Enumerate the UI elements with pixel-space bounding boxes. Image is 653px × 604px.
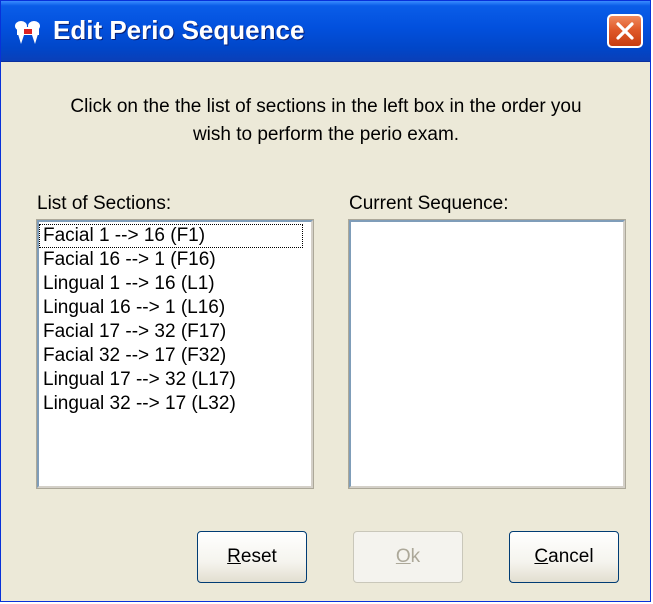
instruction-text: Click on the the list of sections in the… xyxy=(21,93,631,149)
cancel-mnemonic: C xyxy=(534,546,549,567)
dental-app-icon xyxy=(15,21,40,44)
current-sequence-listbox[interactable] xyxy=(348,219,626,489)
close-button[interactable] xyxy=(607,14,643,48)
sections-listbox[interactable]: Facial 1 --> 16 (F1) Facial 16 --> 1 (F1… xyxy=(36,219,314,489)
reset-label-rest: eset xyxy=(240,546,277,567)
list-item[interactable]: Facial 1 --> 16 (F1) xyxy=(39,224,303,248)
title-bar[interactable]: Edit Perio Sequence xyxy=(1,1,650,62)
list-item[interactable]: Facial 32 --> 17 (F32) xyxy=(39,344,311,368)
cancel-button[interactable]: Cancel xyxy=(509,531,619,583)
close-icon xyxy=(616,22,634,40)
reset-mnemonic: R xyxy=(227,546,241,567)
ok-label-rest: k xyxy=(410,546,421,567)
instruction-line-1: Click on the the list of sections in the… xyxy=(70,96,582,117)
ok-mnemonic: O xyxy=(395,546,411,567)
list-item[interactable]: Lingual 16 --> 1 (L16) xyxy=(39,296,311,320)
ok-button[interactable]: Ok xyxy=(353,531,463,583)
list-item[interactable]: Lingual 17 --> 32 (L17) xyxy=(39,368,311,392)
list-item[interactable]: Lingual 1 --> 16 (L1) xyxy=(39,272,311,296)
edit-perio-sequence-dialog: Edit Perio Sequence Click on the the lis… xyxy=(0,0,651,602)
instruction-line-2: wish to perform the perio exam. xyxy=(192,124,460,145)
list-item[interactable]: Facial 17 --> 32 (F17) xyxy=(39,320,311,344)
list-item[interactable]: Facial 16 --> 1 (F16) xyxy=(39,248,311,272)
list-item[interactable]: Lingual 32 --> 17 (L32) xyxy=(39,392,311,416)
reset-button[interactable]: Reset xyxy=(197,531,307,583)
window-title: Edit Perio Sequence xyxy=(53,15,305,45)
current-sequence-label: Current Sequence: xyxy=(349,193,509,214)
sections-list-label: List of Sections: xyxy=(37,193,172,214)
cancel-label-rest: ancel xyxy=(548,546,594,567)
